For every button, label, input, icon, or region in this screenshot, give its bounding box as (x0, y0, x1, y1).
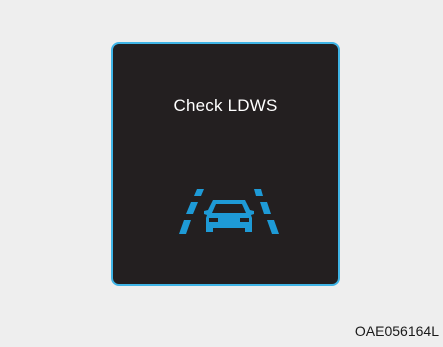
car-windshield (212, 204, 246, 213)
car-headlight-right (240, 218, 249, 222)
right-lane-dash-top (254, 189, 263, 196)
ldws-warning-display: Check LDWS (111, 42, 340, 286)
car-headlight-left (209, 218, 218, 222)
right-lane-dash-bottom (267, 220, 279, 234)
warning-message: Check LDWS (173, 96, 278, 115)
right-lane-dash-middle (260, 202, 271, 214)
left-lane-dash-bottom (179, 220, 191, 234)
left-lane-dash-middle (186, 202, 198, 214)
lane-departure-warning-icon (179, 189, 279, 234)
left-lane-dash-top (194, 189, 204, 196)
figure-code: OAE056164L (354, 323, 439, 339)
